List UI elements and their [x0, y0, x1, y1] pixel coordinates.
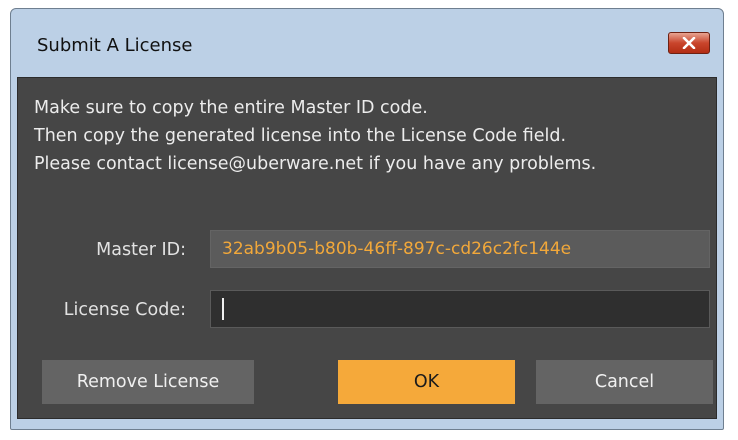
title-bar[interactable]: Submit A License: [11, 9, 723, 77]
text-caret: [222, 298, 224, 320]
close-button[interactable]: [668, 32, 710, 54]
window-title: Submit A License: [37, 35, 193, 56]
instruction-line-1: Make sure to copy the entire Master ID c…: [34, 98, 428, 118]
license-dialog-window: Submit A License Make sure to copy the e…: [10, 8, 724, 430]
instruction-line-2: Then copy the generated license into the…: [34, 126, 567, 146]
license-code-label: License Code:: [63, 300, 186, 320]
master-id-field[interactable]: 32ab9b05-b80b-46ff-897c-cd26c2fc144e: [210, 230, 710, 268]
dialog-body: Make sure to copy the entire Master ID c…: [17, 77, 717, 419]
close-icon: [682, 37, 696, 49]
cancel-button[interactable]: Cancel: [536, 360, 713, 404]
remove-license-button[interactable]: Remove License: [42, 360, 254, 404]
ok-button[interactable]: OK: [338, 360, 515, 404]
instructions: Make sure to copy the entire Master ID c…: [34, 94, 596, 178]
instruction-line-3: Please contact license@uberware.net if y…: [34, 154, 597, 174]
master-id-label: Master ID:: [96, 240, 186, 260]
license-code-input[interactable]: [210, 290, 710, 328]
